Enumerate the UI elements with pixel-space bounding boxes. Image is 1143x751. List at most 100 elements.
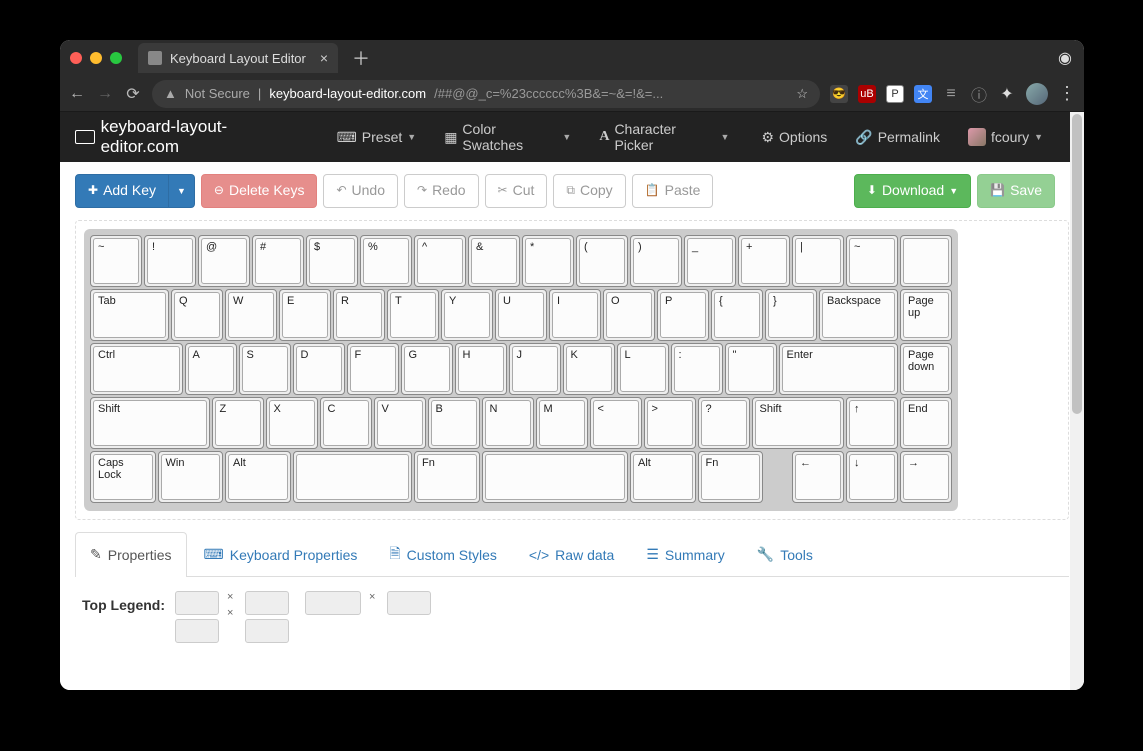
ublock-icon[interactable]: uB xyxy=(858,85,876,103)
extensions-icon[interactable]: ✦ xyxy=(998,84,1016,104)
key[interactable]: J xyxy=(509,343,561,395)
key[interactable]: & xyxy=(468,235,520,287)
minimize-window-button[interactable] xyxy=(90,52,102,64)
delete-keys-button[interactable]: ⊖ Delete Keys xyxy=(201,174,318,208)
extension-icon[interactable]: 😎 xyxy=(830,85,848,103)
key[interactable]: Shift xyxy=(752,397,845,449)
key[interactable]: R xyxy=(333,289,385,341)
key[interactable]: $ xyxy=(306,235,358,287)
key[interactable]: Fn xyxy=(414,451,480,503)
forward-button[interactable]: → xyxy=(96,85,114,103)
key[interactable]: Tab xyxy=(90,289,169,341)
clear-icon[interactable]: × xyxy=(227,607,237,619)
copy-button[interactable]: ⧉ Copy xyxy=(553,174,625,208)
key[interactable]: Q xyxy=(171,289,223,341)
tab-keyboard-properties[interactable]: ⌨ Keyboard Properties xyxy=(189,532,373,577)
key[interactable]: > xyxy=(644,397,696,449)
key[interactable]: Fn xyxy=(698,451,764,503)
key[interactable]: ) xyxy=(630,235,682,287)
key[interactable]: # xyxy=(252,235,304,287)
address-bar[interactable]: ▲ Not Secure | keyboard-layout-editor.co… xyxy=(152,80,820,108)
key[interactable]: ~ xyxy=(846,235,898,287)
key[interactable]: K xyxy=(563,343,615,395)
close-tab-button[interactable]: × xyxy=(320,50,328,66)
nav-options[interactable]: ⚙ Options xyxy=(749,112,839,162)
key[interactable]: F xyxy=(347,343,399,395)
key[interactable]: P xyxy=(657,289,709,341)
site-brand[interactable]: keyboard-layout-editor.com xyxy=(75,117,301,157)
account-menu-icon[interactable]: ◉ xyxy=(1056,48,1074,68)
key[interactable]: < xyxy=(590,397,642,449)
key[interactable]: { xyxy=(711,289,763,341)
key[interactable]: Page up xyxy=(900,289,952,341)
key[interactable]: ^ xyxy=(414,235,466,287)
legend-input-bl[interactable] xyxy=(175,619,219,643)
scrollbar-track[interactable] xyxy=(1070,112,1084,690)
key[interactable]: + xyxy=(738,235,790,287)
maximize-window-button[interactable] xyxy=(110,52,122,64)
key[interactable]: ! xyxy=(144,235,196,287)
key[interactable]: End xyxy=(900,397,952,449)
key[interactable]: Alt xyxy=(225,451,291,503)
key[interactable]: W xyxy=(225,289,277,341)
legend-input-extra[interactable] xyxy=(387,591,431,615)
key[interactable]: S xyxy=(239,343,291,395)
key[interactable]: O xyxy=(603,289,655,341)
nav-user-menu[interactable]: fcoury ▼ xyxy=(956,112,1055,162)
cut-button[interactable]: ✂ Cut xyxy=(485,174,548,208)
key[interactable]: | xyxy=(792,235,844,287)
legend-input-bc[interactable] xyxy=(245,619,289,643)
key[interactable]: A xyxy=(185,343,237,395)
key[interactable] xyxy=(293,451,413,503)
key[interactable]: @ xyxy=(198,235,250,287)
key[interactable]: Z xyxy=(212,397,264,449)
legend-input-tc[interactable] xyxy=(245,591,289,615)
key[interactable]: Alt xyxy=(630,451,696,503)
new-tab-button[interactable]: ＋ xyxy=(344,45,378,71)
key[interactable]: L xyxy=(617,343,669,395)
bookmark-star-icon[interactable]: ☆ xyxy=(796,86,808,102)
key[interactable]: Backspace xyxy=(819,289,898,341)
key[interactable]: Y xyxy=(441,289,493,341)
key[interactable]: H xyxy=(455,343,507,395)
key[interactable]: M xyxy=(536,397,588,449)
key[interactable]: Ctrl xyxy=(90,343,183,395)
key[interactable]: _ xyxy=(684,235,736,287)
key[interactable]: → xyxy=(900,451,952,503)
info-icon[interactable]: ⓘ xyxy=(970,82,988,106)
nav-color-swatches[interactable]: ▦ Color Swatches ▼ xyxy=(432,112,583,162)
tab-custom-styles[interactable]: 🗎 Custom Styles xyxy=(374,532,512,577)
clear-icon[interactable]: × xyxy=(369,591,379,603)
key[interactable]: X xyxy=(266,397,318,449)
download-button[interactable]: ⬇ Download ▼ xyxy=(854,174,971,208)
key[interactable]: I xyxy=(549,289,601,341)
legend-input-tl[interactable] xyxy=(175,591,219,615)
nav-preset[interactable]: ⌨ Preset ▼ xyxy=(325,112,429,162)
key[interactable] xyxy=(482,451,629,503)
key[interactable]: Page down xyxy=(900,343,952,395)
reload-button[interactable]: ⟳ xyxy=(124,84,142,104)
key[interactable]: ↓ xyxy=(846,451,898,503)
key[interactable]: " xyxy=(725,343,777,395)
key[interactable]: Enter xyxy=(779,343,899,395)
keyboard-canvas[interactable]: ~!@#$%^&*()_+|~TabQWERTYUIOP{}BackspaceP… xyxy=(75,220,1069,520)
add-key-button[interactable]: ✚ Add Key xyxy=(75,174,169,208)
key[interactable]: ↑ xyxy=(846,397,898,449)
key[interactable]: C xyxy=(320,397,372,449)
key[interactable]: * xyxy=(522,235,574,287)
tab-raw-data[interactable]: </> Raw data xyxy=(514,532,629,577)
key[interactable]: Caps Lock xyxy=(90,451,156,503)
key[interactable]: D xyxy=(293,343,345,395)
paste-button[interactable]: 📋 Paste xyxy=(632,174,714,208)
key[interactable]: N xyxy=(482,397,534,449)
translate-icon[interactable]: 文 xyxy=(914,85,932,103)
key[interactable]: ← xyxy=(792,451,844,503)
browser-tab[interactable]: Keyboard Layout Editor × xyxy=(138,43,338,73)
key[interactable]: V xyxy=(374,397,426,449)
redo-button[interactable]: ↷ Redo xyxy=(404,174,479,208)
key[interactable]: } xyxy=(765,289,817,341)
close-window-button[interactable] xyxy=(70,52,82,64)
key[interactable]: % xyxy=(360,235,412,287)
undo-button[interactable]: ↶ Undo xyxy=(323,174,398,208)
scrollbar-thumb[interactable] xyxy=(1072,114,1082,414)
